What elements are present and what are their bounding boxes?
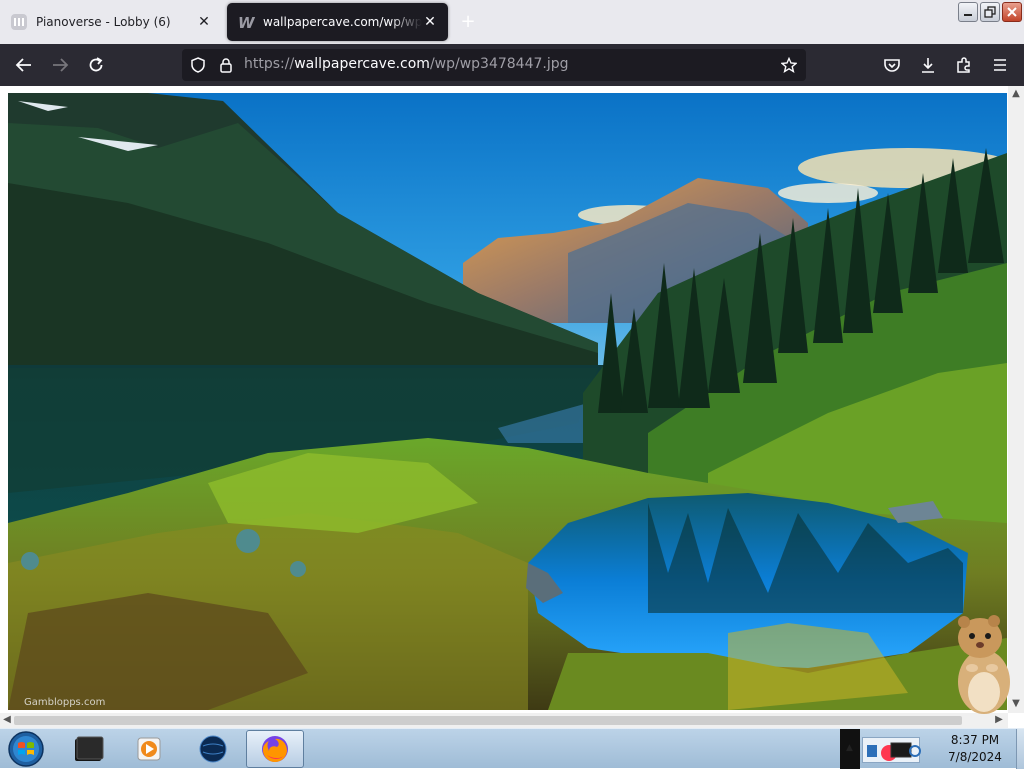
scroll-left-icon[interactable]: ◀	[0, 714, 14, 725]
url-bar[interactable]: https://wallpapercave.com/wp/wp3478447.j…	[182, 49, 806, 81]
tray-expand-icon[interactable]: ▲	[846, 743, 853, 753]
shield-icon[interactable]	[190, 57, 206, 73]
tab-wallpapercave[interactable]: W wallpapercave.com/wp/wp3478447.jpg ✕	[227, 3, 448, 41]
start-orb-icon[interactable]	[6, 730, 46, 768]
extensions-icon[interactable]	[952, 53, 976, 77]
tab-title: Pianoverse - Lobby (6)	[36, 15, 171, 29]
clock-date: 7/8/2024	[948, 750, 1002, 764]
wallpapercave-icon: W	[237, 13, 255, 31]
horizontal-scroll-thumb[interactable]	[14, 716, 962, 725]
tray-icons	[862, 737, 921, 763]
horizontal-scrollbar[interactable]: ◀ ▶	[0, 713, 1008, 728]
tab-title: wallpapercave.com/wp/wp3478447.jpg	[263, 15, 422, 29]
back-arrow-icon[interactable]	[12, 53, 36, 77]
scroll-up-icon[interactable]: ▲	[1009, 88, 1023, 99]
show-desktop-button[interactable]	[1016, 729, 1024, 769]
restore-icon[interactable]	[980, 2, 1000, 22]
lock-icon[interactable]	[218, 57, 234, 73]
forward-arrow-icon[interactable]	[48, 53, 72, 77]
taskbar-firefox-icon[interactable]	[246, 730, 304, 768]
navigation-toolbar: https://wallpapercave.com/wp/wp3478447.j…	[0, 44, 1024, 86]
taskbar-media-player-icon[interactable]	[120, 730, 178, 768]
tab-strip: Pianoverse - Lobby (6) ✕ W wallpapercave…	[0, 0, 1024, 44]
clock-time: 8:37 PM	[950, 733, 1000, 747]
close-icon[interactable]	[1002, 2, 1022, 22]
menu-icon[interactable]	[988, 53, 1012, 77]
wallpaper-image: Gamblopps.com	[8, 93, 1007, 710]
window-controls	[958, 2, 1022, 22]
svg-text:W: W	[238, 14, 255, 31]
url-text[interactable]: https://wallpapercave.com/wp/wp3478447.j…	[244, 56, 569, 72]
pianoverse-icon	[10, 13, 28, 31]
bookmark-star-icon[interactable]	[781, 57, 797, 73]
minimize-icon[interactable]	[958, 2, 978, 22]
downloads-icon[interactable]	[916, 53, 940, 77]
taskbar-clock[interactable]: 8:37 PM 7/8/2024	[930, 732, 1020, 766]
taskbar: ▲ 8:37 PM 7/8/2024	[0, 728, 1024, 769]
tab-close-icon[interactable]: ✕	[422, 14, 438, 30]
taskbar-network-globe-icon[interactable]	[184, 730, 242, 768]
image-watermark: Gamblopps.com	[24, 697, 106, 708]
taskbar-terminal-icon[interactable]	[60, 730, 118, 768]
tab-pianoverse[interactable]: Pianoverse - Lobby (6) ✕	[0, 3, 222, 41]
plus-icon[interactable]: +	[458, 12, 478, 32]
hamster-pet-icon[interactable]	[950, 612, 1014, 716]
tab-close-icon[interactable]: ✕	[196, 14, 212, 30]
pocket-icon[interactable]	[880, 53, 904, 77]
reload-icon[interactable]	[84, 53, 108, 77]
page-content: Gamblopps.com ▲ ▼ ◀ ▶	[0, 86, 1024, 728]
